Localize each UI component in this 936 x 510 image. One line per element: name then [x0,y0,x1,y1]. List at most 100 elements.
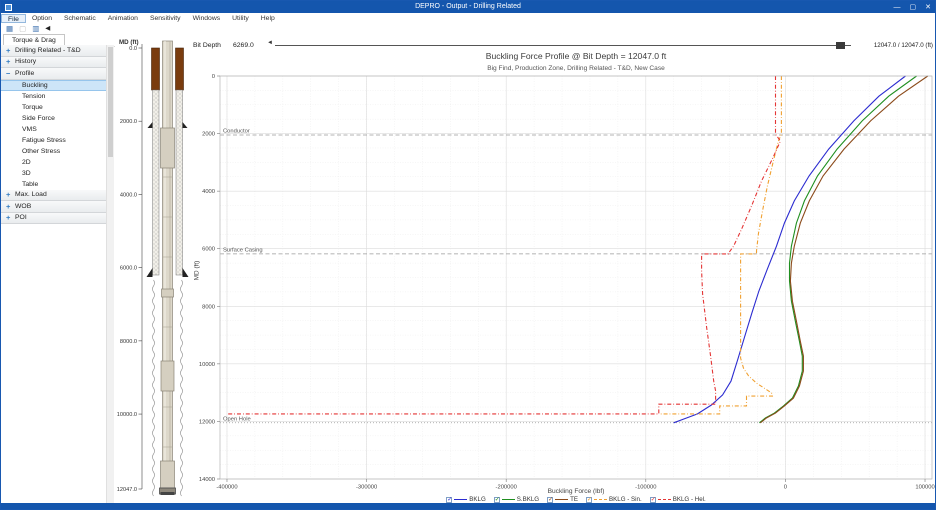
toolbar: ▦ ▢ ▥ ◀ [1,23,935,34]
legend-checkbox[interactable]: ✓ [547,497,553,503]
sidebar-item-fatigue-stress[interactable]: Fatigue Stress [1,135,106,146]
menu-schematic[interactable]: Schematic [58,14,102,23]
svg-text:12000: 12000 [199,419,215,425]
sidebar-item-label: Buckling [22,82,48,89]
legend-line-sample [555,499,568,500]
menu-option[interactable]: Option [26,14,58,23]
sidebar-item-history[interactable]: +History [1,57,106,69]
sidebar-item-label: Table [22,181,38,188]
sidebar-item-label: Profile [15,70,34,77]
well-schematic: 0.0 2000.0 4000.0 6000.0 8000.0 10000.0 12047.… [115,37,191,505]
menu-windows[interactable]: Windows [187,14,227,23]
x-axis-title: Buckling Force (lbf) [220,488,932,495]
legend-item-bklg-hel-: ✓ BKLG - Hel. [650,496,706,503]
scrollbar-thumb[interactable] [108,47,113,157]
menu-help[interactable]: Help [255,14,281,23]
statusbar [1,503,935,509]
sidebar-item-wob[interactable]: +WOB [1,201,106,213]
back-icon[interactable]: ◀ [45,24,50,34]
calculator-icon[interactable]: ▥ [32,24,39,34]
svg-text:Conductor: Conductor [223,129,250,135]
sidebar-item-2d[interactable]: 2D [1,157,106,168]
legend-checkbox[interactable]: ✓ [446,497,452,503]
expand-icon[interactable]: + [6,202,15,211]
sidebar-item-label: History [15,58,36,65]
menu-animation[interactable]: Animation [102,14,144,23]
legend-checkbox[interactable]: ✓ [650,497,656,503]
sidebar-item-label: Fatigue Stress [22,137,66,144]
menu-sensitivity[interactable]: Sensitivity [144,14,187,23]
legend-item-bklg: ✓ BKLG [446,496,486,503]
svg-text:0.0: 0.0 [129,46,137,52]
legend-line-sample [502,499,515,500]
expand-icon[interactable]: + [6,57,15,66]
legend-label: BKLG [469,496,486,503]
sidebar-item-label: VMS [22,126,37,133]
sidebar-item-label: POI [15,214,27,221]
sidebar-item-label: Side Force [22,115,55,122]
sidebar-item-buckling[interactable]: Buckling [1,80,106,91]
legend-item-bklg-sin-: ✓BKLG - Sin. [586,496,642,503]
sidebar-item-poi[interactable]: +POI [1,213,106,225]
sidebar-item-label: 3D [22,170,31,177]
svg-text:4000: 4000 [202,189,215,195]
legend-checkbox[interactable]: ✓ [586,497,592,503]
expand-icon[interactable]: + [6,46,15,55]
svg-text:8000: 8000 [202,304,215,310]
app-window: DEPRO - Output - Drilling Related — ▢ ✕ … [0,0,936,510]
window-title: DEPRO - Output - Drilling Related [1,1,935,13]
legend-item-te: ✓ TE [547,496,578,503]
svg-text:14000: 14000 [199,477,215,483]
legend-line-sample [594,499,607,500]
sidebar-item-profile[interactable]: −Profile [1,68,106,80]
sidebar-tree: +Drilling Related - T&D+History−ProfileB… [1,45,107,505]
svg-text:8000.0: 8000.0 [120,339,137,345]
collapse-icon[interactable]: − [6,69,15,78]
sidebar-item-label: WOB [15,203,31,210]
svg-text:6000.0: 6000.0 [120,266,137,272]
sidebar-item-max-load[interactable]: +Max. Load [1,190,106,202]
report-icon[interactable]: ▦ [6,24,13,34]
maximize-button[interactable]: ▢ [910,3,917,11]
menu-utility[interactable]: Utility [226,14,255,23]
menubar: FileOptionSchematicAnimationSensitivityW… [1,13,935,23]
buckling-chart: ConductorSurface CasingOpen Hole-400000-… [191,37,936,505]
well-schematic-drawing: 0.0 2000.0 4000.0 6000.0 8000.0 10000.0 12047.… [115,37,191,505]
sidebar-item-label: Torque [22,104,43,111]
minimize-button[interactable]: — [894,4,901,11]
expand-icon[interactable]: + [6,190,15,199]
sidebar-item-label: Tension [22,93,45,100]
svg-text:2000.0: 2000.0 [120,119,137,125]
svg-text:Open Hole: Open Hole [223,416,251,422]
sidebar-item-label: Max. Load [15,191,47,198]
svg-text:2000: 2000 [202,132,215,138]
legend-label: BKLG - Hel. [673,496,706,503]
svg-text:10000: 10000 [199,362,215,368]
legend-line-sample [658,499,671,500]
sidebar-item-label: Drilling Related - T&D [15,47,81,54]
legend-checkbox[interactable]: ✓ [494,497,500,503]
expand-icon[interactable]: + [6,213,15,222]
legend-label: TE [570,496,578,503]
sidebar-item-label: 2D [22,159,31,166]
sidebar-item-3d[interactable]: 3D [1,168,106,179]
svg-text:4000.0: 4000.0 [120,192,137,198]
close-button[interactable]: ✕ [925,3,931,11]
svg-text:10000.0: 10000.0 [117,412,137,418]
legend-line-sample [454,499,467,500]
sidebar-item-torque[interactable]: Torque [1,102,106,113]
svg-text:6000: 6000 [202,247,215,253]
legend-label: S.BKLG [517,496,539,503]
sidebar-item-drilling-related-t-d[interactable]: +Drilling Related - T&D [1,45,106,57]
sidebar-item-vms[interactable]: VMS [1,124,106,135]
svg-text:12047.0: 12047.0 [117,487,137,493]
sidebar-item-side-force[interactable]: Side Force [1,113,106,124]
report-disabled-icon: ▢ [19,24,26,34]
sidebar-item-other-stress[interactable]: Other Stress [1,146,106,157]
sidebar-item-table[interactable]: Table [1,179,106,190]
sidebar-scrollbar[interactable] [107,45,114,505]
menu-file[interactable]: File [1,14,26,23]
sidebar-item-tension[interactable]: Tension [1,91,106,102]
svg-text:Surface Casing: Surface Casing [223,247,263,253]
legend-item-s-bklg: ✓ S.BKLG [494,496,539,503]
